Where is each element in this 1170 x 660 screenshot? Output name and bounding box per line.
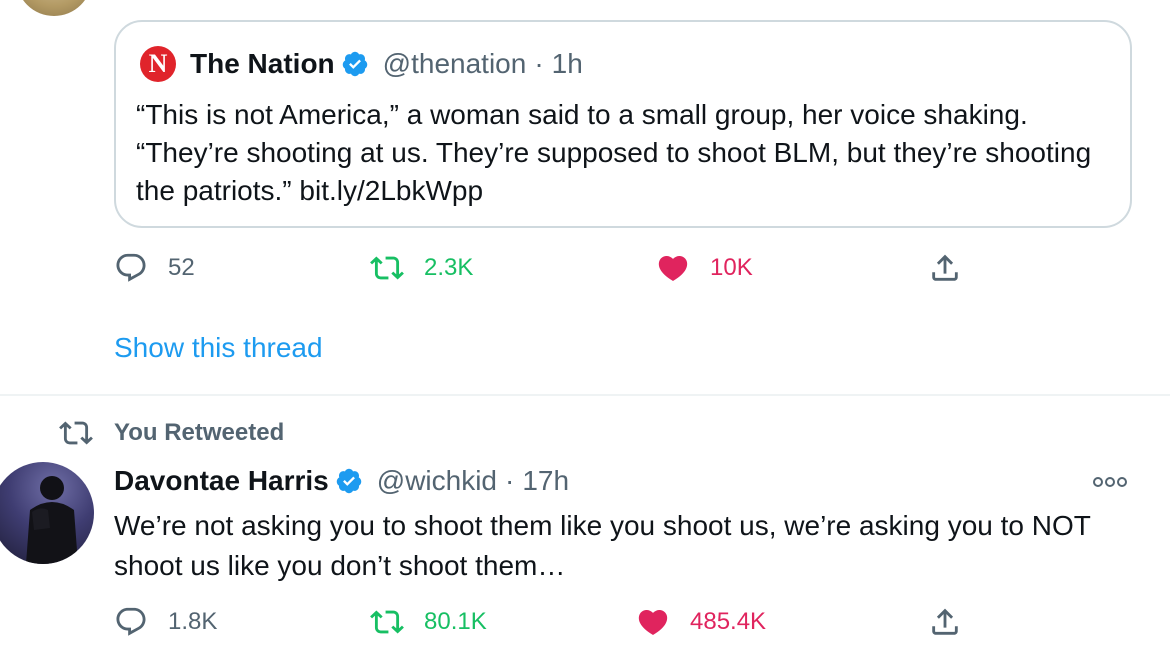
player-photo — [26, 476, 78, 564]
reply-count: 1.8K — [168, 608, 218, 635]
tweet-divider — [0, 394, 1170, 396]
share-icon — [932, 608, 958, 635]
reply-count: 52 — [168, 254, 195, 281]
retweet-icon — [59, 421, 93, 445]
header-separator: · — [534, 48, 544, 79]
tweet-text: We’re not asking you to shoot them like … — [114, 510, 1091, 581]
verified-badge-icon — [336, 468, 362, 494]
like-button[interactable]: 10K — [656, 248, 753, 288]
retweet-icon — [370, 610, 404, 634]
retweet-count: 80.1K — [424, 608, 487, 635]
share-button[interactable] — [928, 248, 982, 288]
retweet-button[interactable]: 2.3K — [370, 248, 473, 288]
quoted-tweet-card[interactable]: N The Nation @thenation · 1h “This is no… — [114, 20, 1132, 228]
previous-tweet-avatar[interactable] — [16, 0, 92, 16]
reply-icon — [116, 253, 146, 282]
share-icon — [932, 254, 958, 281]
tweet-time[interactable]: 17h — [522, 465, 569, 497]
like-icon — [638, 609, 668, 635]
retweet-banner-label[interactable]: You Retweeted — [114, 419, 284, 447]
author-name[interactable]: Davontae Harris — [114, 465, 329, 497]
share-button[interactable] — [928, 602, 982, 642]
show-thread-link[interactable]: Show this thread — [114, 332, 323, 364]
quoted-author-handle[interactable]: @thenation — [383, 48, 527, 80]
quoted-author-name[interactable]: The Nation — [190, 48, 335, 80]
more-options-icon[interactable] — [1090, 470, 1130, 494]
thread-tweet-actions: 52 2.3K 10K — [114, 248, 974, 288]
like-count: 10K — [710, 254, 753, 281]
tweet-actions: 1.8K 80.1K 485.4K — [114, 602, 974, 642]
reply-button[interactable]: 52 — [114, 248, 195, 288]
header-separator: · — [505, 465, 515, 496]
retweet-banner: You Retweeted — [56, 416, 284, 450]
quoted-tweet-time[interactable]: 1h — [552, 48, 583, 80]
retweet-icon — [370, 256, 404, 280]
author-avatar[interactable] — [0, 462, 94, 564]
tweet-header: Davontae Harris @wichkid · 17h — [114, 462, 569, 500]
like-count: 485.4K — [690, 608, 767, 635]
reply-button[interactable]: 1.8K — [114, 602, 217, 642]
author-handle[interactable]: @wichkid — [377, 465, 497, 497]
quoted-tweet-text: “This is not America,” a woman said to a… — [136, 99, 1092, 206]
the-nation-logo: N — [140, 46, 176, 82]
like-icon — [658, 255, 688, 281]
verified-badge-icon — [342, 51, 367, 77]
reply-icon — [116, 607, 146, 636]
quoted-tweet-header: N The Nation @thenation · 1h — [140, 46, 583, 82]
like-button[interactable]: 485.4K — [636, 602, 766, 642]
retweet-count: 2.3K — [424, 254, 474, 281]
retweet-button[interactable]: 80.1K — [370, 602, 487, 642]
